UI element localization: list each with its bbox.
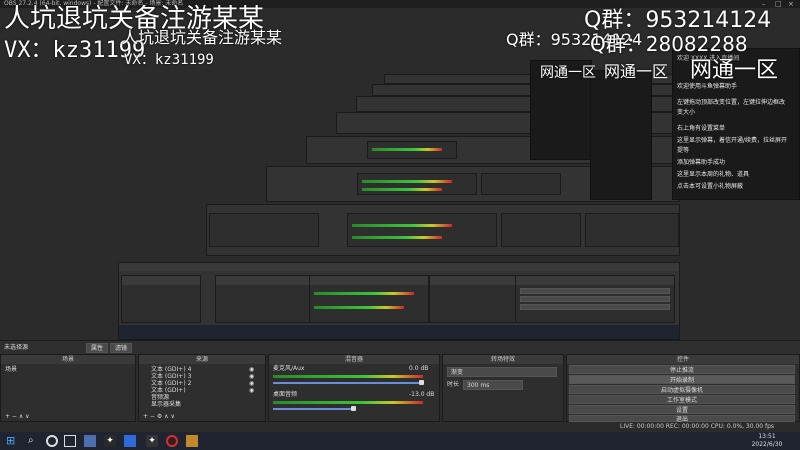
scenes-dock: 场景 场景 + − ∧ ∨: [0, 354, 136, 422]
controls-header: 控件: [567, 355, 799, 364]
chat-line: 欢迎使用斗鱼弹幕助手: [677, 83, 738, 90]
transitions-header: 转场特效: [443, 355, 563, 364]
start-recording-button[interactable]: 开始录制: [569, 375, 795, 384]
windows-start-icon[interactable]: ⊞: [6, 435, 18, 447]
app-icon[interactable]: [124, 435, 136, 447]
mixer-meter: [273, 375, 423, 378]
properties-button[interactable]: 属性: [86, 343, 108, 353]
close-icon[interactable]: ×: [788, 0, 794, 8]
controls-dock: 控件 停止推流 开始录制 启动虚拟摄像机 工作室模式 设置 退出: [566, 354, 800, 423]
studio-mode-button[interactable]: 工作室模式: [569, 395, 795, 404]
sources-header: 来源: [139, 355, 265, 364]
mixer-channel-db: -13.0 dB: [409, 391, 435, 398]
overlay-zone-3: 网通一区: [540, 65, 596, 81]
minimize-icon[interactable]: –: [762, 0, 766, 8]
app-icon[interactable]: [186, 435, 198, 447]
transitions-dock: 转场特效 渐变 时长 300 ms: [442, 354, 564, 422]
source-toolbar: 未选择源 属性 滤镜: [0, 340, 800, 355]
add-source-button[interactable]: + − ⚙ ∧ ∨: [143, 413, 175, 421]
mixer-dock: 混音器 麦克风/Aux 0.0 dB 桌面音频 -13.0 dB: [268, 354, 440, 422]
overlay-title-repeat: 人坑退坑关备注游某某: [122, 28, 283, 47]
source-item[interactable]: 显示器采集: [151, 401, 181, 409]
game-icon[interactable]: ✦: [146, 435, 158, 447]
task-view-icon[interactable]: [64, 435, 76, 447]
chat-line: 这里显示弹幕，着信开通/续费，拉丝屏开: [677, 137, 788, 144]
duration-input[interactable]: 300 ms: [463, 380, 523, 390]
transition-select[interactable]: 渐变: [447, 367, 557, 377]
app-icon[interactable]: [84, 435, 96, 447]
volume-slider[interactable]: [273, 382, 423, 384]
virtual-camera-button[interactable]: 启动虚拟摄像机: [569, 385, 795, 394]
obs-icon[interactable]: [166, 435, 178, 447]
scenes-header: 场景: [1, 355, 135, 364]
overlay-wechat-repeat: VX：kz31199: [124, 52, 214, 68]
maximize-icon[interactable]: □: [775, 0, 782, 8]
status-bar: LIVE: 00:00:00 REC: 00:00:00 CPU: 0.0%, …: [620, 423, 775, 430]
clock-date: 2022/6/30: [751, 441, 783, 448]
scene-item[interactable]: 场景: [5, 366, 17, 374]
mixer-header: 混音器: [269, 355, 439, 364]
chat-line: 右上角有设置菜单: [677, 125, 726, 132]
settings-button[interactable]: 设置: [569, 405, 795, 414]
sources-dock: 来源 文本 (GDI+) 4 文本 (GDI+) 3 文本 (GDI+) 2 文…: [138, 354, 266, 422]
chat-line: 提等: [677, 147, 690, 154]
chat-line: 左键拖动顶部改变位置，左键拉伸边框改: [677, 99, 786, 106]
chat-line: 添加弹幕助手成功: [677, 159, 726, 166]
windows-taskbar: [0, 432, 800, 450]
volume-knob[interactable]: [419, 380, 424, 385]
mixer-channel-db: 0.0 dB: [409, 365, 429, 372]
no-source-label: 未选择源: [4, 344, 29, 351]
cortana-icon[interactable]: [46, 435, 58, 447]
nested-obs-layer-1: [118, 262, 680, 340]
chat-line: 变大小: [677, 109, 696, 116]
volume-slider[interactable]: [273, 408, 353, 410]
add-scene-button[interactable]: + − ∧ ∨: [5, 413, 30, 421]
mixer-channel-label: 桌面音频: [273, 391, 298, 398]
mixer-meter: [273, 401, 423, 404]
clock-time: 13:51: [758, 433, 776, 440]
eye-icon[interactable]: ◉: [249, 387, 254, 395]
game-icon[interactable]: ✦: [104, 435, 116, 447]
overlay-zone-2: 网通一区: [604, 62, 669, 81]
duration-label: 时长: [447, 381, 460, 388]
overlay-qq-group-2: Q群：28082288: [590, 32, 748, 56]
volume-knob[interactable]: [351, 406, 356, 411]
nested-obs-layer-2: [206, 204, 680, 256]
filters-button[interactable]: 滤镜: [110, 343, 132, 353]
overlay-zone: 网通一区: [690, 58, 779, 83]
exit-button[interactable]: 退出: [569, 415, 795, 423]
chat-line: 点击本可设置小礼物屏蔽: [677, 183, 744, 190]
nested-chat-panel-2: [590, 70, 652, 200]
mixer-channel-label: 麦克风/Aux: [273, 365, 305, 372]
search-icon[interactable]: ⌕: [28, 435, 40, 447]
stop-streaming-button[interactable]: 停止推流: [569, 365, 795, 374]
chat-line: 这里显示本周的礼物、道具: [677, 171, 750, 178]
taskbar-clock[interactable]: 13:51 2022/6/30: [747, 433, 787, 449]
